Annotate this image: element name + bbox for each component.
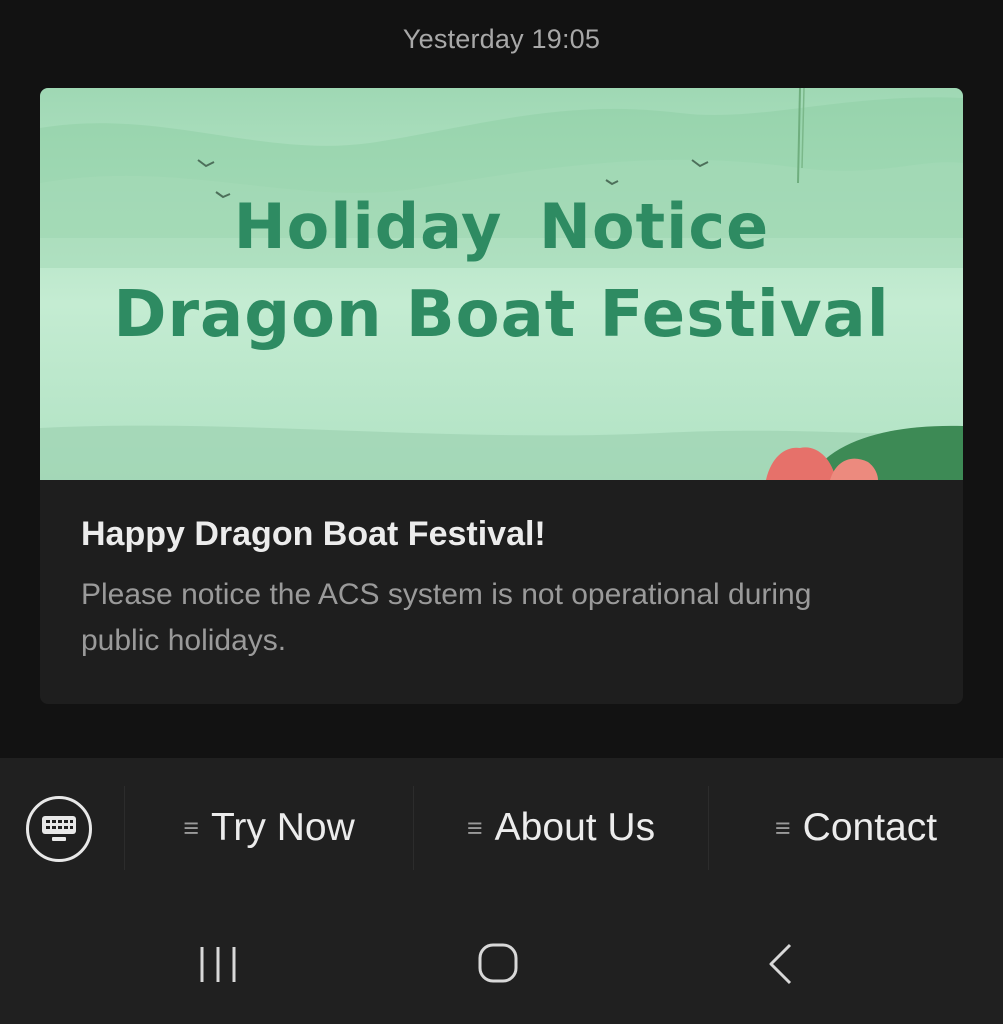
recent-apps-icon [200, 947, 236, 982]
keyboard-toggle-button[interactable] [26, 796, 92, 862]
message-timestamp: Yesterday 19:05 [402, 24, 601, 54]
menu-lines-icon: ≡ [466, 812, 483, 843]
recent-apps-button[interactable] [178, 932, 258, 1002]
home-button[interactable] [458, 932, 538, 1002]
banner-image: Holiday Notice Dragon Boat Festival [40, 88, 963, 480]
article-card[interactable]: Holiday Notice Dragon Boat Festival Happ… [40, 88, 963, 704]
card-title: Happy Dragon Boat Festival! [81, 515, 546, 553]
home-icon [478, 943, 518, 983]
menu-item-label: About Us [494, 806, 656, 849]
card-description: Please notice the ACS system is not oper… [81, 578, 812, 657]
back-button[interactable] [740, 932, 820, 1002]
banner-heading: Holiday Notice [233, 190, 770, 263]
card-body: Happy Dragon Boat Festival! Please notic… [40, 480, 963, 664]
menu-item-label: Contact [802, 806, 938, 849]
menu-lines-icon: ≡ [774, 812, 791, 843]
menu-item-contact[interactable]: ≡ Contact [709, 786, 1003, 870]
menu-lines-icon: ≡ [183, 812, 200, 843]
menu-item-try-now[interactable]: ≡ Try Now [125, 786, 413, 870]
menu-item-about-us[interactable]: ≡ About Us [414, 786, 708, 870]
chat-area: Yesterday 19:05 Holiday Notice Dragon Bo… [0, 0, 1003, 758]
custom-menu-bar: ≡ Try Now ≡ About Us ≡ Contact [0, 758, 1003, 904]
keyboard-icon [42, 816, 76, 841]
back-icon [769, 943, 792, 985]
system-navigation-bar [0, 904, 1003, 1024]
menu-item-label: Try Now [211, 806, 355, 849]
banner-subheading: Dragon Boat Festival [113, 278, 890, 352]
